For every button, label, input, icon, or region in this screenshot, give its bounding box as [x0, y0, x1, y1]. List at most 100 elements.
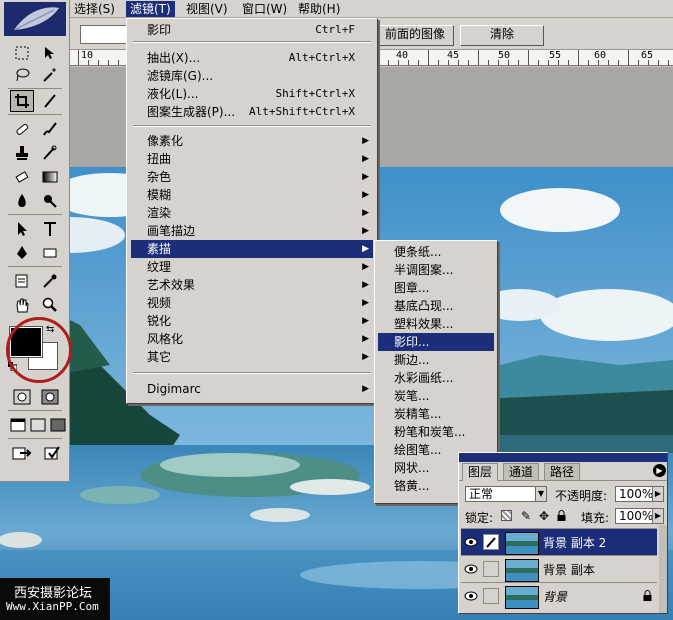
- menu-window[interactable]: 窗口(W): [238, 1, 291, 17]
- ruler-tick: [78, 50, 79, 65]
- menu-item-last-filter[interactable]: 影印 Ctrl+F: [131, 21, 373, 39]
- blend-mode-dropdown-icon[interactable]: ▼: [535, 486, 547, 502]
- layers-scrollbar[interactable]: [659, 525, 667, 613]
- menu-item-pattern-maker[interactable]: 图案生成器(P)... Alt+Shift+Ctrl+X: [131, 103, 373, 121]
- move-tool-icon[interactable]: [38, 42, 62, 64]
- hand-tool-icon[interactable]: [10, 294, 34, 316]
- menu-view[interactable]: 视图(V): [182, 1, 232, 17]
- ruler-tick: [378, 50, 379, 65]
- lock-transparency-icon[interactable]: [501, 510, 512, 521]
- ruler-tick: [498, 60, 499, 65]
- tab-paths[interactable]: 路径: [544, 463, 581, 481]
- tab-layers[interactable]: 图层: [462, 463, 499, 481]
- screen-mode-full-icon[interactable]: [46, 414, 70, 436]
- zoom-tool-icon[interactable]: [38, 294, 62, 316]
- eye-visibility-icon[interactable]: [463, 534, 479, 550]
- clone-stamp-tool-icon[interactable]: [10, 142, 34, 164]
- quick-mask-mode-icon[interactable]: [38, 386, 62, 408]
- layer-row-background[interactable]: 背景: [461, 582, 657, 610]
- menu-item-label: 扭曲: [147, 152, 172, 166]
- pen-tool-icon[interactable]: [10, 242, 34, 264]
- options-input-field[interactable]: [80, 25, 128, 44]
- ruler-tick: [588, 60, 589, 65]
- front-image-button[interactable]: 前面的图像: [376, 25, 454, 46]
- notes-tool-icon[interactable]: [10, 270, 34, 292]
- magic-wand-tool-icon[interactable]: [38, 64, 62, 86]
- menu-item-noise[interactable]: 杂色 ▶: [131, 168, 373, 186]
- rectangle-tool-icon[interactable]: [38, 242, 62, 264]
- path-selection-tool-icon[interactable]: [10, 218, 34, 240]
- opacity-input[interactable]: 100%: [615, 486, 653, 502]
- submenu-item-note-paper[interactable]: 便条纸...: [378, 243, 494, 261]
- menu-item-other[interactable]: 其它 ▶: [131, 348, 373, 366]
- blur-tool-icon[interactable]: [10, 190, 34, 212]
- lasso-tool-icon[interactable]: [10, 64, 34, 86]
- gradient-tool-icon[interactable]: [38, 166, 62, 188]
- submenu-item-bas-relief[interactable]: 基底凸现...: [378, 297, 494, 315]
- submenu-item-chalk-charcoal[interactable]: 粉笔和炭笔...: [378, 423, 494, 441]
- healing-brush-tool-icon[interactable]: [10, 118, 34, 140]
- layer-row-background-copy[interactable]: 背景 副本: [461, 555, 657, 583]
- menu-item-label: 影印: [147, 23, 172, 37]
- jump-to-imageready-icon[interactable]: [10, 442, 34, 464]
- edit-in-imageready-icon[interactable]: [40, 442, 64, 464]
- link-toggle-box[interactable]: [483, 588, 499, 604]
- menu-item-texture[interactable]: 纹理 ▶: [131, 258, 373, 276]
- crop-tool-icon[interactable]: [10, 90, 34, 112]
- eye-visibility-icon[interactable]: [463, 561, 479, 577]
- fill-slider-arrow-icon[interactable]: ▶: [652, 508, 664, 524]
- marquee-tool-icon[interactable]: [10, 42, 34, 64]
- menu-item-liquify[interactable]: 液化(L)... Shift+Ctrl+X: [131, 85, 373, 103]
- submenu-item-stamp[interactable]: 图章...: [378, 279, 494, 297]
- menu-item-stylize[interactable]: 风格化 ▶: [131, 330, 373, 348]
- menu-item-pixelate[interactable]: 像素化 ▶: [131, 132, 373, 150]
- menu-filter[interactable]: 滤镜(T): [126, 1, 175, 17]
- menu-item-distort[interactable]: 扭曲 ▶: [131, 150, 373, 168]
- menu-item-sketch[interactable]: 素描 ▶: [131, 240, 373, 258]
- menu-item-brush-strokes[interactable]: 画笔描边 ▶: [131, 222, 373, 240]
- opacity-slider-arrow-icon[interactable]: ▶: [652, 486, 664, 502]
- ruler-tick: [518, 60, 519, 65]
- dodge-tool-icon[interactable]: [38, 190, 62, 212]
- type-tool-icon[interactable]: [38, 218, 62, 240]
- menu-item-artistic[interactable]: 艺术效果 ▶: [131, 276, 373, 294]
- lock-position-icon[interactable]: ✥: [539, 509, 549, 523]
- menu-item-video[interactable]: 视频 ▶: [131, 294, 373, 312]
- brush-tool-icon[interactable]: [38, 118, 62, 140]
- submenu-item-plaster[interactable]: 塑料效果...: [378, 315, 494, 333]
- submenu-item-water-paper[interactable]: 水彩画纸...: [378, 369, 494, 387]
- palette-titlebar[interactable]: [459, 453, 667, 462]
- submenu-item-halftone-pattern[interactable]: 半调图案...: [378, 261, 494, 279]
- submenu-arrow-icon: ▶: [362, 190, 369, 200]
- submenu-item-torn-edges[interactable]: 撕边...: [378, 351, 494, 369]
- clear-button[interactable]: 清除: [460, 25, 544, 46]
- menu-item-blur[interactable]: 模糊 ▶: [131, 186, 373, 204]
- fill-input[interactable]: 100%: [615, 508, 653, 524]
- submenu-item-photocopy[interactable]: 影印...: [378, 333, 494, 351]
- eraser-tool-icon[interactable]: [10, 166, 34, 188]
- menu-item-render[interactable]: 渲染 ▶: [131, 204, 373, 222]
- menu-select[interactable]: 选择(S): [70, 1, 119, 17]
- menu-item-extract[interactable]: 抽出(X)... Alt+Ctrl+X: [131, 49, 373, 67]
- toolbox-divider: [8, 438, 62, 439]
- paintbrush-icon[interactable]: [483, 534, 499, 550]
- layer-row-background-copy-2[interactable]: 背景 副本 2: [461, 528, 657, 556]
- submenu-item-conte-crayon[interactable]: 炭精笔...: [378, 405, 494, 423]
- submenu-item-charcoal[interactable]: 炭笔...: [378, 387, 494, 405]
- tab-channels[interactable]: 通道: [503, 463, 540, 481]
- menu-help[interactable]: 帮助(H): [294, 1, 344, 17]
- lock-all-icon[interactable]: [557, 510, 566, 521]
- history-brush-tool-icon[interactable]: [38, 142, 62, 164]
- standard-mode-icon[interactable]: [10, 386, 34, 408]
- lock-pixels-icon[interactable]: ✎: [521, 509, 531, 523]
- palette-menu-arrow-icon[interactable]: ▶: [653, 464, 666, 477]
- ruler-tick: [488, 60, 489, 65]
- eyedropper-tool-icon[interactable]: [38, 270, 62, 292]
- link-toggle-box[interactable]: [483, 561, 499, 577]
- menu-item-filter-gallery[interactable]: 滤镜库(G)...: [131, 67, 373, 85]
- menu-item-digimarc[interactable]: Digimarc ▶: [131, 380, 373, 398]
- menu-item-sharpen[interactable]: 锐化 ▶: [131, 312, 373, 330]
- eye-visibility-icon[interactable]: [463, 588, 479, 604]
- blend-mode-select[interactable]: 正常: [465, 486, 539, 502]
- slice-tool-icon[interactable]: [38, 90, 62, 112]
